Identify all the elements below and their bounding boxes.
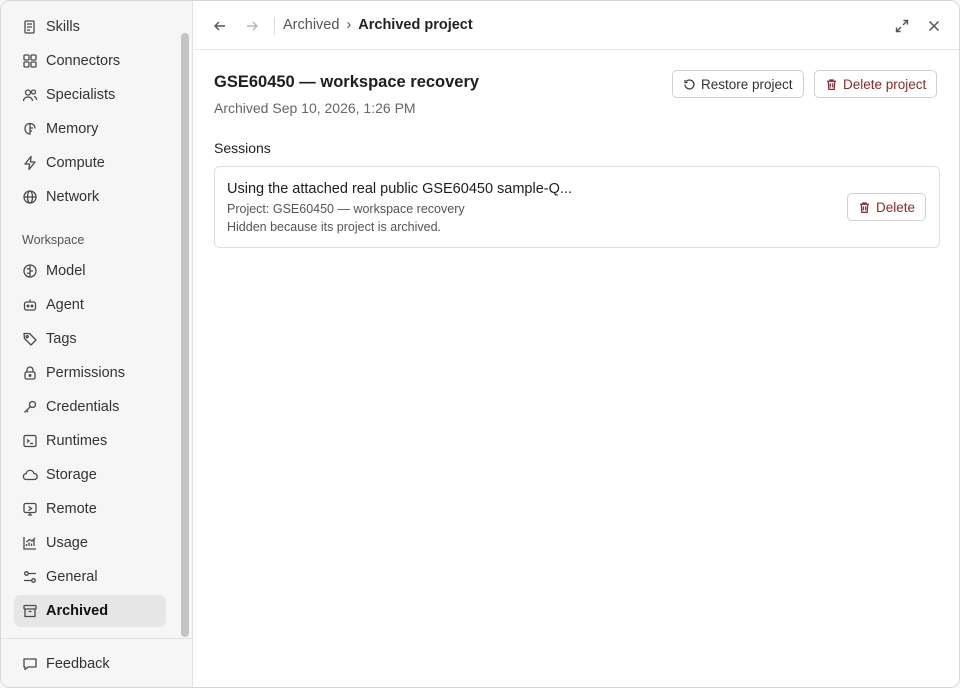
feedback-icon xyxy=(22,656,38,672)
archive-icon xyxy=(22,603,38,619)
main-panel: Archived › Archived project GSE60450 — w… xyxy=(194,1,959,687)
sessions-heading: Sessions xyxy=(214,140,271,156)
compute-icon xyxy=(22,155,38,171)
trash-icon xyxy=(827,78,836,90)
sidebar-item-label: Skills xyxy=(46,19,80,35)
sidebar-item-label: Tags xyxy=(46,331,77,347)
chart-icon xyxy=(22,535,38,551)
brain-icon xyxy=(22,263,38,279)
remote-icon xyxy=(22,501,38,517)
sidebar-item-label: Credentials xyxy=(46,399,120,415)
skills-icon xyxy=(22,19,38,35)
sidebar-item-archived[interactable]: Archived xyxy=(14,595,166,627)
delete-session-button[interactable]: Delete xyxy=(847,193,927,221)
sidebar-section-label: Workspace xyxy=(22,233,85,247)
specialists-icon xyxy=(22,87,38,103)
feedback-label: Feedback xyxy=(46,656,110,672)
feedback-button[interactable]: Feedback xyxy=(14,648,166,680)
memory-icon xyxy=(22,121,38,137)
sidebar-item-remote[interactable]: Remote xyxy=(14,493,166,525)
sidebar-item-label: Compute xyxy=(46,155,105,171)
sidebar-item-label: Storage xyxy=(46,467,97,483)
session-hidden-note: Hidden because its project is archived. xyxy=(227,220,442,234)
delete-project-button[interactable]: Delete project xyxy=(814,70,938,98)
sidebar-item-label: Specialists xyxy=(46,87,116,103)
archived-timestamp: Archived Sep 10, 2026, 1:26 PM xyxy=(214,100,416,116)
sidebar-item-network[interactable]: Network xyxy=(14,181,166,213)
restore-icon xyxy=(684,78,695,90)
lock-icon xyxy=(22,365,38,381)
sidebar-item-specialists[interactable]: Specialists xyxy=(14,79,166,111)
tag-icon xyxy=(22,331,38,347)
breadcrumb-parent[interactable]: Archived xyxy=(283,17,339,33)
sidebar-item-label: Usage xyxy=(46,535,88,551)
key-icon xyxy=(22,399,38,415)
connectors-icon xyxy=(22,53,38,69)
restore-project-button[interactable]: Restore project xyxy=(672,70,804,98)
close-icon xyxy=(928,20,940,32)
sidebar-item-label: Model xyxy=(46,263,86,279)
sidebar-item-connectors[interactable]: Connectors xyxy=(14,45,166,77)
sidebar-item-agent[interactable]: Agent xyxy=(14,289,166,321)
sidebar-item-label: Archived xyxy=(46,603,109,619)
trash-icon xyxy=(860,201,869,213)
sidebar: Skills Connectors Specialists Memory Com… xyxy=(1,1,193,687)
expand-icon xyxy=(895,19,909,33)
page-title: GSE60450 — workspace recovery xyxy=(214,73,480,91)
sidebar-item-memory[interactable]: Memory xyxy=(14,113,166,145)
session-project: Project: GSE60450 — workspace recovery xyxy=(227,202,465,216)
sidebar-item-label: Runtimes xyxy=(46,433,108,449)
sidebar-item-runtimes[interactable]: Runtimes xyxy=(14,425,166,457)
sidebar-item-usage[interactable]: Usage xyxy=(14,527,166,559)
top-bar: Archived › Archived project xyxy=(194,1,959,50)
sidebar-item-skills[interactable]: Skills xyxy=(14,11,166,43)
sidebar-item-label: Permissions xyxy=(46,365,125,381)
delete-project-label: Delete project xyxy=(843,76,927,92)
sidebar-item-label: Network xyxy=(46,189,100,205)
session-card: Using the attached real public GSE60450 … xyxy=(214,166,940,248)
sidebar-item-label: Memory xyxy=(46,121,99,137)
delete-session-label: Delete xyxy=(876,199,916,215)
expand-button[interactable] xyxy=(891,15,913,37)
sidebar-item-tags[interactable]: Tags xyxy=(14,323,166,355)
sidebar-item-label: General xyxy=(46,569,98,585)
sidebar-scrollbar[interactable] xyxy=(181,33,189,637)
sliders-icon xyxy=(22,569,38,585)
terminal-icon xyxy=(22,433,38,449)
sidebar-item-model[interactable]: Model xyxy=(14,255,166,287)
cloud-icon xyxy=(22,467,38,483)
globe-icon xyxy=(22,189,38,205)
sidebar-item-label: Remote xyxy=(46,501,97,517)
forward-button[interactable] xyxy=(241,15,263,37)
app-window: Skills Connectors Specialists Memory Com… xyxy=(0,0,960,688)
breadcrumb-chevron: › xyxy=(346,17,352,33)
arrow-right-icon xyxy=(247,21,258,31)
session-title[interactable]: Using the attached real public GSE60450 … xyxy=(227,181,572,197)
sidebar-item-permissions[interactable]: Permissions xyxy=(14,357,166,389)
close-button[interactable] xyxy=(923,15,945,37)
sidebar-divider xyxy=(1,638,193,639)
sidebar-item-label: Agent xyxy=(46,297,84,313)
sidebar-item-general[interactable]: General xyxy=(14,561,166,593)
back-button[interactable] xyxy=(209,15,231,37)
sidebar-item-storage[interactable]: Storage xyxy=(14,459,166,491)
breadcrumb: Archived › Archived project xyxy=(283,17,473,33)
robot-icon xyxy=(22,297,38,313)
breadcrumb-current: Archived project xyxy=(358,17,473,33)
restore-project-label: Restore project xyxy=(701,76,793,92)
arrow-left-icon xyxy=(214,21,225,31)
topbar-divider xyxy=(274,17,275,35)
sidebar-item-credentials[interactable]: Credentials xyxy=(14,391,166,423)
sidebar-item-compute[interactable]: Compute xyxy=(14,147,166,179)
sidebar-item-label: Connectors xyxy=(46,53,121,69)
